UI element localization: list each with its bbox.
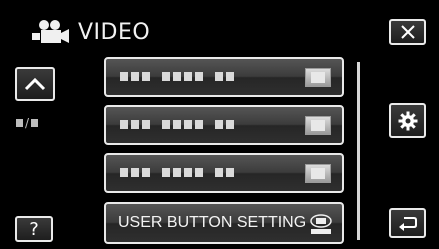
menu-item-value-icon <box>305 68 331 87</box>
scrollbar[interactable] <box>357 62 360 240</box>
header: VIDEO <box>30 17 150 47</box>
page-indicator: / <box>16 116 39 130</box>
menu-item-label-placeholder <box>120 72 237 81</box>
user-button-icon <box>310 214 332 234</box>
back-button[interactable] <box>389 208 426 238</box>
close-icon <box>400 25 415 39</box>
menu-item-2[interactable] <box>104 105 344 145</box>
video-menu-screen: VIDEO / ? USER BUTTON SETTING <box>0 0 439 249</box>
menu-item-user-button-setting[interactable]: USER BUTTON SETTING <box>104 202 344 244</box>
scroll-up-button[interactable] <box>15 67 55 101</box>
help-button[interactable]: ? <box>15 216 53 242</box>
menu-item-label-placeholder <box>120 168 237 177</box>
menu-item-value-icon <box>305 164 331 183</box>
menu-item-label: USER BUTTON SETTING <box>118 214 307 231</box>
gear-icon <box>398 111 417 130</box>
page-title: VIDEO <box>78 19 151 45</box>
page-indicator-total <box>31 119 39 127</box>
page-indicator-separator: / <box>25 116 30 130</box>
menu-item-3[interactable] <box>104 153 344 193</box>
menu-item-1[interactable] <box>104 57 344 97</box>
menu-item-value-icon <box>305 116 331 135</box>
return-icon <box>398 217 417 231</box>
menu-item-label-placeholder <box>120 120 237 129</box>
help-label: ? <box>29 218 39 240</box>
page-indicator-current <box>16 119 23 127</box>
video-camera-icon <box>32 20 69 43</box>
chevron-up-icon <box>24 77 46 91</box>
close-button[interactable] <box>389 19 426 45</box>
settings-button[interactable] <box>389 103 426 138</box>
